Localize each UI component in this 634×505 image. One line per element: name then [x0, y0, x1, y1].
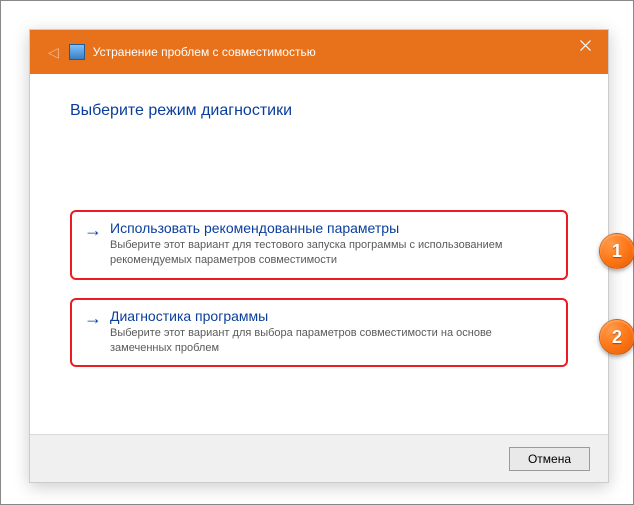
- window-title: Устранение проблем с совместимостью: [93, 45, 316, 59]
- footer: Отмена: [30, 434, 608, 482]
- annotation-badge-1: 1: [599, 233, 634, 269]
- option-recommended[interactable]: → Использовать рекомендованные параметры…: [70, 210, 568, 280]
- troubleshooter-icon: [69, 44, 85, 60]
- titlebar: ◁ Устранение проблем с совместимостью: [30, 30, 608, 74]
- option-title: Использовать рекомендованные параметры: [110, 220, 554, 236]
- option-description: Выберите этот вариант для выбора парамет…: [110, 326, 554, 356]
- page-heading: Выберите режим диагностики: [70, 102, 568, 120]
- close-button[interactable]: [562, 30, 608, 60]
- cancel-button[interactable]: Отмена: [509, 447, 590, 471]
- close-icon: [580, 40, 591, 51]
- screenshot-frame: ◁ Устранение проблем с совместимостью Вы…: [0, 0, 634, 505]
- arrow-right-icon: →: [84, 220, 102, 242]
- annotation-badge-2: 2: [599, 319, 634, 355]
- back-icon: ◁: [48, 44, 59, 61]
- content-area: Выберите режим диагностики → Использоват…: [30, 74, 608, 482]
- dialog-window: ◁ Устранение проблем с совместимостью Вы…: [29, 29, 609, 483]
- option-title: Диагностика программы: [110, 308, 554, 324]
- option-row: → Использовать рекомендованные параметры…: [84, 220, 554, 268]
- option-body: Диагностика программы Выберите этот вари…: [110, 308, 554, 356]
- option-row: → Диагностика программы Выберите этот ва…: [84, 308, 554, 356]
- option-description: Выберите этот вариант для тестового запу…: [110, 238, 554, 268]
- option-body: Использовать рекомендованные параметры В…: [110, 220, 554, 268]
- option-diagnostics[interactable]: → Диагностика программы Выберите этот ва…: [70, 298, 568, 368]
- arrow-right-icon: →: [84, 308, 102, 330]
